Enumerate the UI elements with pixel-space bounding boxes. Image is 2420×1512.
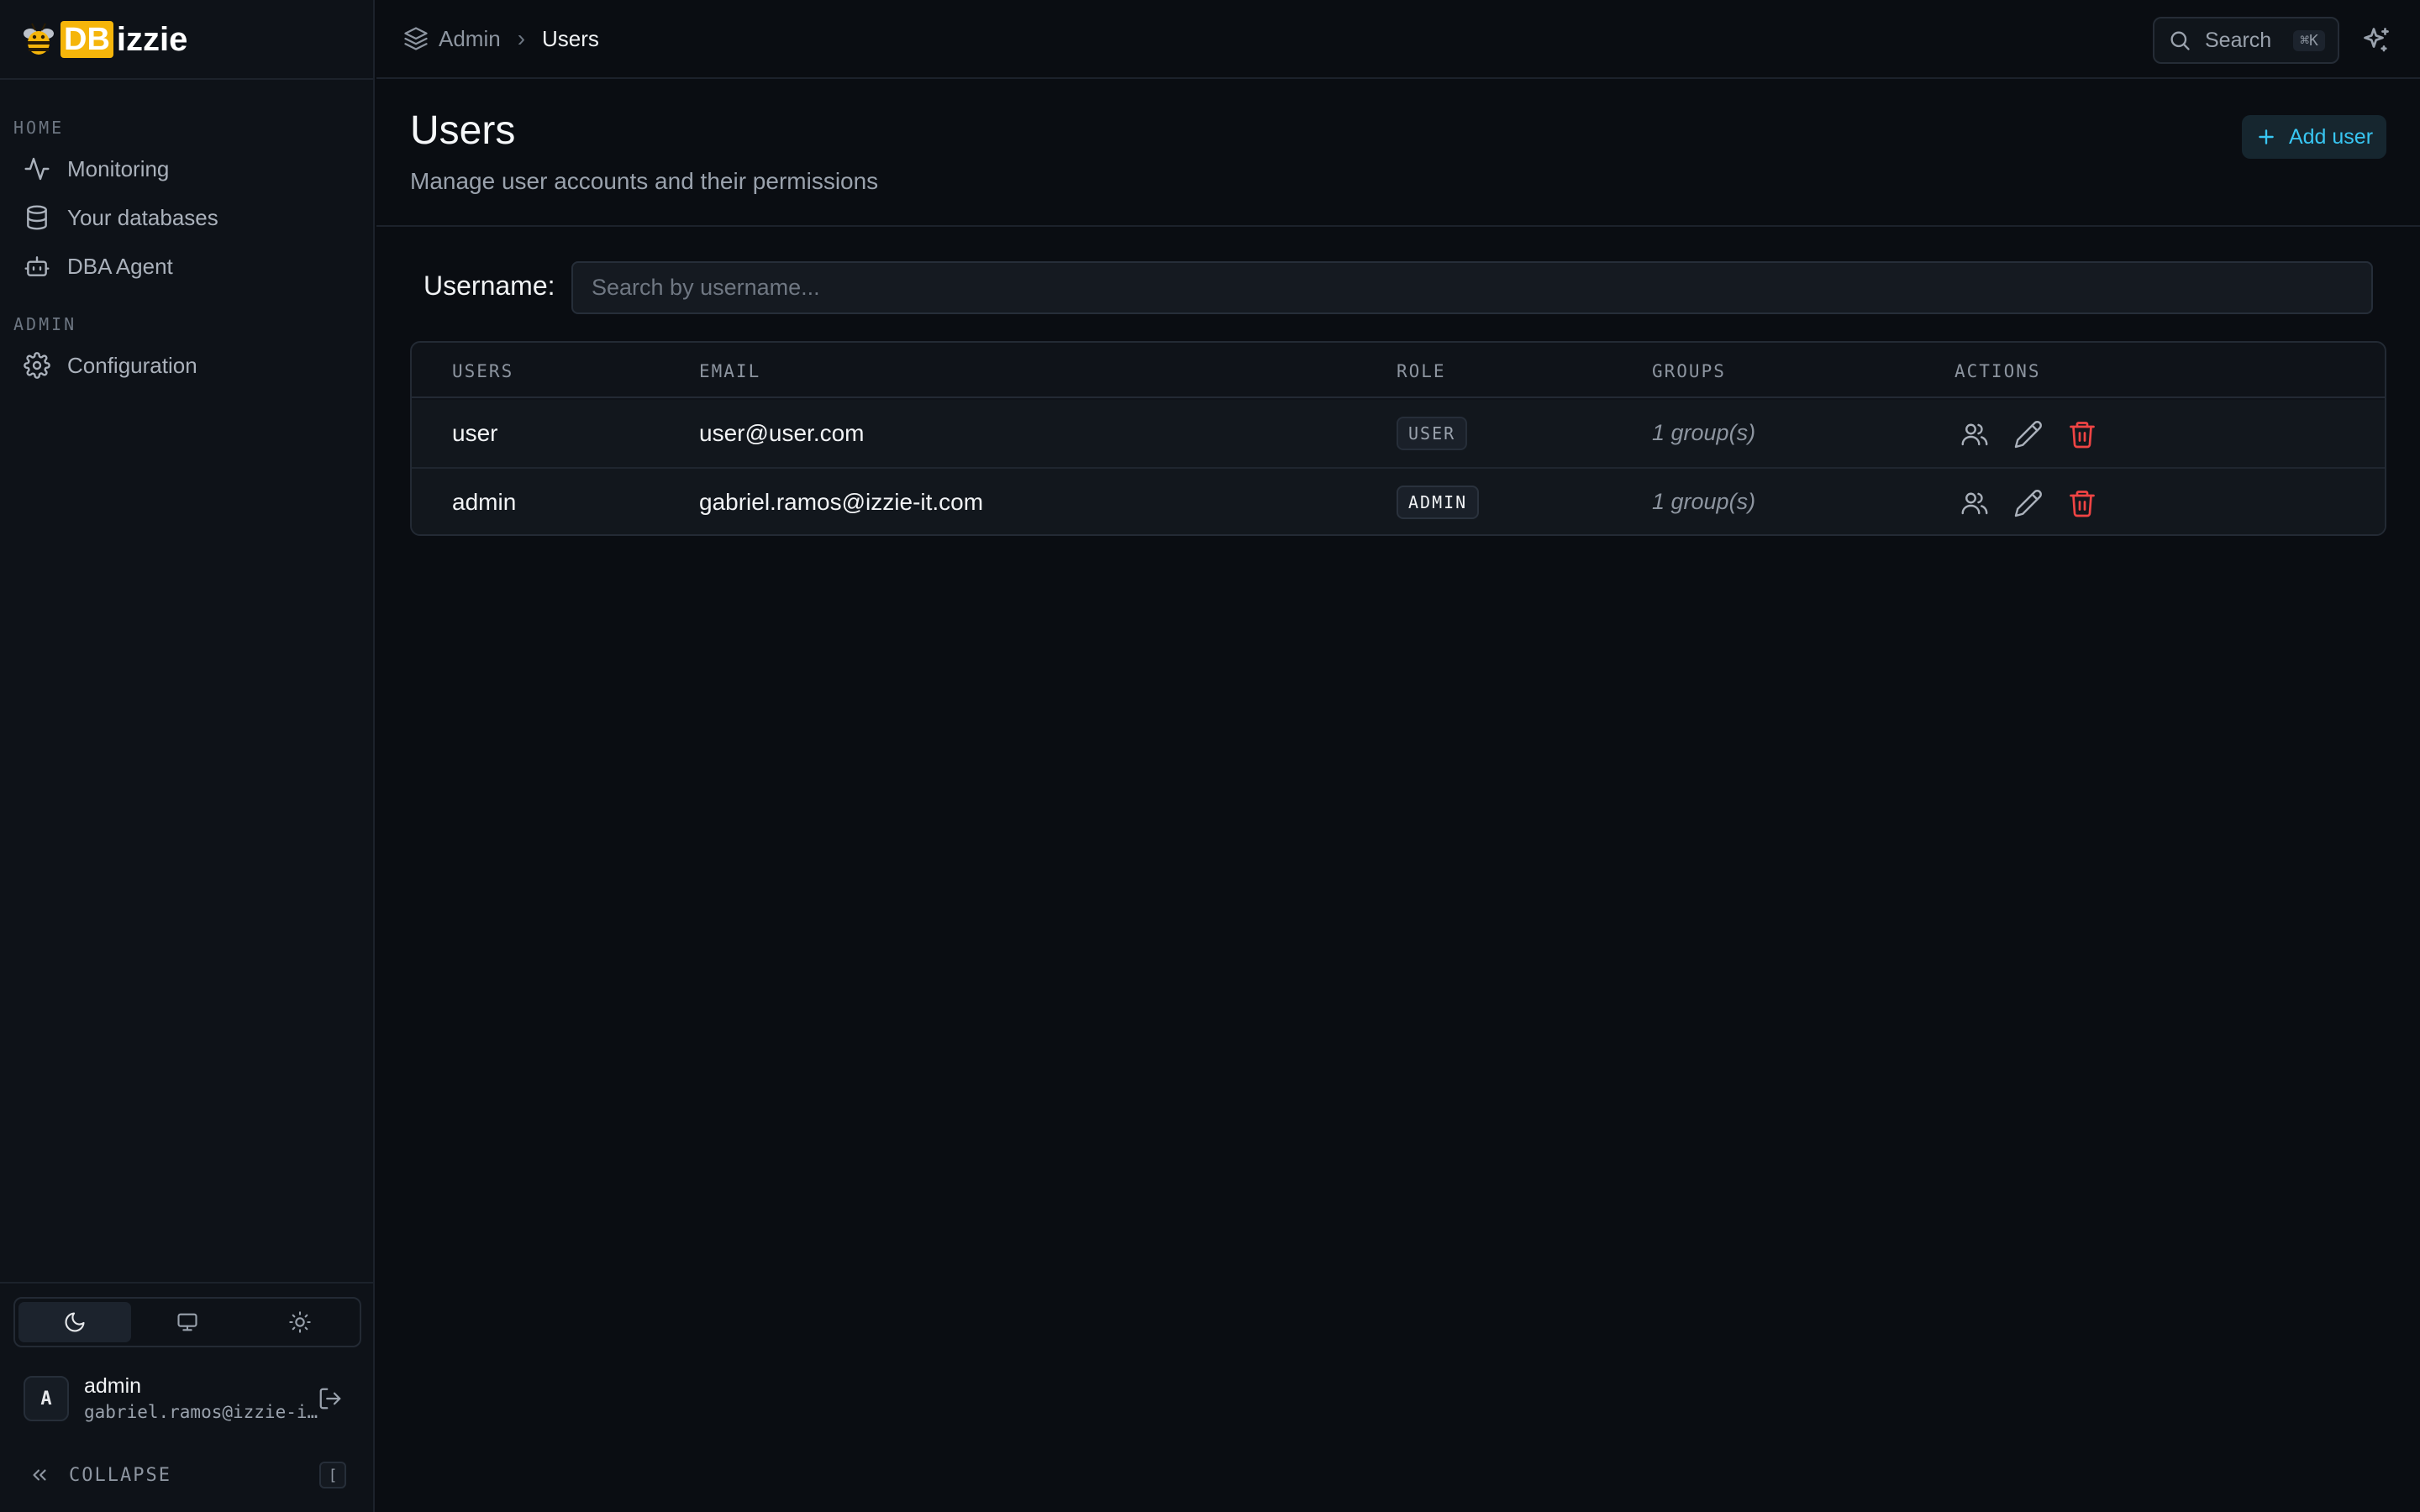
- manage-groups-button[interactable]: [1960, 488, 1990, 518]
- ai-assistant-button[interactable]: [2361, 25, 2391, 55]
- column-header-groups: GROUPS: [1652, 361, 1726, 381]
- collapse-button[interactable]: COLLAPSE: [29, 1462, 171, 1488]
- cell-groups[interactable]: 1 group(s): [1652, 489, 1755, 515]
- sidebar-item-label: DBA Agent: [67, 253, 173, 279]
- logout-button[interactable]: [318, 1386, 343, 1411]
- column-header-email: EMAIL: [699, 361, 761, 381]
- collapse-label: COLLAPSE: [69, 1464, 171, 1486]
- delete-user-button[interactable]: [2067, 488, 2097, 518]
- collapse-shortcut-badge: [: [319, 1462, 346, 1488]
- edit-user-button[interactable]: [2013, 419, 2044, 449]
- gear-icon: [24, 352, 50, 379]
- users-table: USERS EMAIL ROLE GROUPS ACTIONS user use…: [410, 341, 2386, 536]
- cell-groups[interactable]: 1 group(s): [1652, 420, 1755, 446]
- page-subtitle: Manage user accounts and their permissio…: [410, 168, 879, 194]
- logo-text-db: DB: [60, 21, 113, 58]
- user-profile: A admin gabriel.ramos@izzie-it.com: [24, 1374, 360, 1425]
- breadcrumb: Admin › Users: [403, 22, 599, 55]
- database-icon: [27, 205, 47, 230]
- delete-user-button[interactable]: [2067, 419, 2097, 449]
- edit-user-button[interactable]: [2013, 488, 2044, 518]
- search-icon: [2170, 31, 2190, 50]
- cell-username: admin: [452, 489, 517, 515]
- app-logo[interactable]: DB izzie: [18, 20, 187, 59]
- search-button[interactable]: Search ⌘K: [2153, 17, 2339, 64]
- monitor-icon: [177, 1313, 197, 1331]
- avatar: A: [24, 1376, 69, 1421]
- table-row: user user@user.com USER 1 group(s): [412, 400, 2385, 469]
- column-header-users: USERS: [452, 361, 514, 381]
- username-filter-label: Username:: [424, 270, 555, 301]
- cell-username: user: [452, 420, 498, 446]
- logo-text-izzie: izzie: [116, 21, 188, 58]
- users-icon: [1961, 423, 1988, 446]
- cell-email: user@user.com: [699, 420, 865, 446]
- breadcrumb-users: Users: [542, 25, 599, 51]
- header-divider: [376, 225, 2420, 227]
- table-row: admin gabriel.ramos@izzie-it.com ADMIN 1…: [412, 469, 2385, 534]
- sidebar-item-label: Monitoring: [67, 155, 170, 181]
- sidebar-item-configuration[interactable]: Configuration: [12, 344, 361, 387]
- users-icon: [1961, 492, 1988, 515]
- theme-option-dark[interactable]: [18, 1302, 131, 1342]
- user-email: gabriel.ramos@izzie-it.com: [84, 1402, 321, 1422]
- activity-icon: [24, 157, 50, 181]
- sidebar-item-monitoring[interactable]: Monitoring: [12, 147, 361, 191]
- sidebar-item-label: Your databases: [67, 204, 218, 230]
- sparkles-icon: [2364, 28, 2389, 52]
- search-label: Search: [2205, 28, 2272, 52]
- sidebar: DB izzie HOME Monitoring Your databases …: [0, 0, 375, 1512]
- chevrons-left-icon: [33, 1469, 46, 1481]
- sidebar-item-label: Configuration: [67, 352, 197, 378]
- chevron-right-icon: ›: [517, 25, 526, 51]
- sidebar-bottom-divider: [0, 1282, 375, 1284]
- add-user-button[interactable]: Add user: [2242, 115, 2386, 159]
- page-title: Users: [410, 108, 516, 153]
- table-header: USERS EMAIL ROLE GROUPS ACTIONS: [412, 343, 2385, 398]
- role-badge: USER: [1397, 417, 1468, 450]
- section-label-admin: ADMIN: [13, 314, 77, 334]
- trash-icon: [2070, 491, 2095, 517]
- trash-icon: [2070, 422, 2095, 449]
- sidebar-item-your-databases[interactable]: Your databases: [12, 196, 361, 239]
- sidebar-item-dba-agent[interactable]: DBA Agent: [12, 244, 361, 288]
- role-badge: ADMIN: [1397, 486, 1480, 519]
- username-search-input[interactable]: [571, 261, 2373, 314]
- sun-icon: [289, 1311, 311, 1333]
- column-header-role: ROLE: [1397, 361, 1446, 381]
- theme-option-light[interactable]: [244, 1302, 356, 1342]
- pencil-icon: [2014, 490, 2042, 517]
- cell-email: gabriel.ramos@izzie-it.com: [699, 489, 984, 515]
- logout-icon: [319, 1388, 341, 1410]
- theme-toggle: [13, 1297, 361, 1347]
- bot-icon: [24, 256, 50, 276]
- breadcrumb-admin[interactable]: Admin: [439, 26, 501, 52]
- section-label-home: HOME: [13, 118, 65, 138]
- layers-icon: [404, 27, 428, 50]
- column-header-actions: ACTIONS: [1954, 361, 2041, 381]
- add-user-label: Add user: [2288, 124, 2374, 149]
- theme-option-system[interactable]: [131, 1302, 244, 1342]
- pencil-icon: [2014, 421, 2042, 449]
- moon-icon: [65, 1312, 85, 1332]
- sidebar-divider: [0, 78, 375, 80]
- manage-groups-button[interactable]: [1960, 419, 1990, 449]
- plus-icon: [2259, 129, 2274, 144]
- bee-logo-icon: [24, 23, 54, 55]
- user-name: admin: [84, 1374, 142, 1398]
- search-shortcut-badge: ⌘K: [2293, 29, 2325, 51]
- topbar: Admin › Users: [376, 0, 2420, 79]
